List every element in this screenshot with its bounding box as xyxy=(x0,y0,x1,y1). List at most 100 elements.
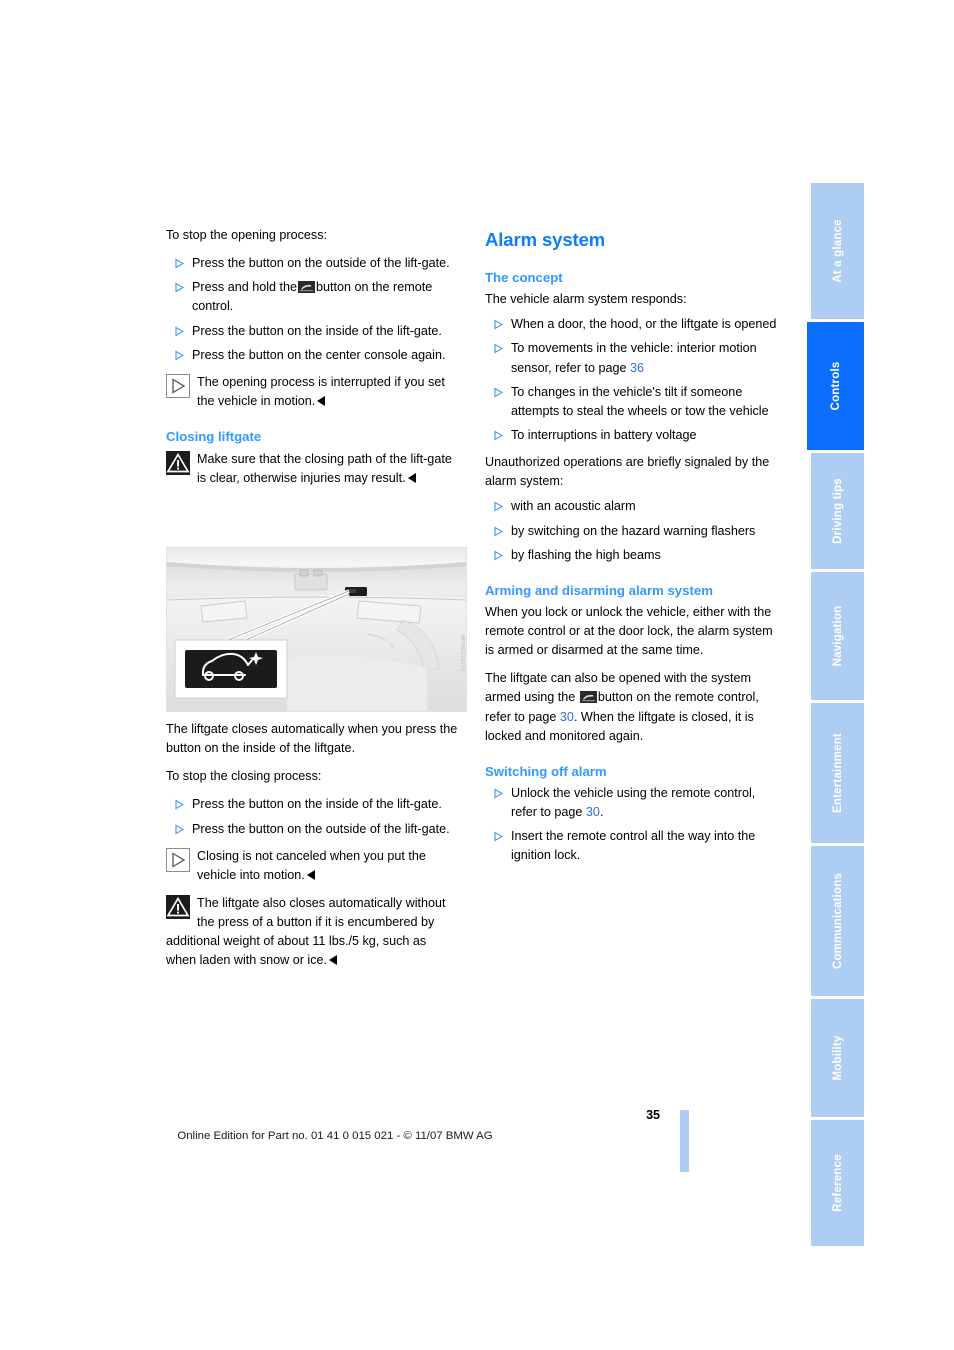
tab-label: Driving tips xyxy=(831,478,844,544)
bullet-triangle-icon xyxy=(487,387,504,398)
list-item: Press the button on the outside of the l… xyxy=(166,254,459,273)
list-item: To movements in the vehicle: interior mo… xyxy=(485,339,778,377)
right-column: Alarm system The concept The vehicle ala… xyxy=(485,226,778,874)
bullet-triangle-icon xyxy=(487,526,504,537)
tab-at-a-glance[interactable]: At a glance xyxy=(811,183,864,319)
bullet-triangle-icon xyxy=(168,824,185,835)
list-item: Press the button on the inside of the li… xyxy=(166,322,459,341)
closing-warning-2: The liftgate also closes automatically w… xyxy=(166,894,459,971)
liftgate-button-icon xyxy=(298,280,316,294)
bullet-triangle-icon xyxy=(487,550,504,561)
closing-note: Closing is not canceled when you put the… xyxy=(166,847,459,885)
end-marker-icon xyxy=(317,395,326,406)
bullet-triangle-icon xyxy=(487,430,504,441)
tab-entertainment[interactable]: Entertainment xyxy=(811,703,864,843)
unauthorized-intro: Unauthorized operations are briefly sign… xyxy=(485,455,770,489)
opening-note: The opening process is interrupted if yo… xyxy=(166,373,459,411)
list-item: Press the button on the outside of the l… xyxy=(166,820,459,839)
signal-items-list: with an acoustic alarm by switching on t… xyxy=(485,497,778,564)
concept-heading: The concept xyxy=(485,270,563,286)
list-item: Insert the remote control all the way in… xyxy=(485,827,778,865)
tab-controls[interactable]: Controls xyxy=(807,322,864,450)
bullet-triangle-icon xyxy=(487,501,504,512)
bullet-triangle-icon xyxy=(168,350,185,361)
list-item-label: Press the button on the inside of the li… xyxy=(192,797,442,812)
list-item: with an acoustic alarm xyxy=(485,497,778,516)
list-item-label: Press the button on the center console a… xyxy=(192,347,446,362)
warning-triangle-icon xyxy=(166,451,190,476)
manual-page: To stop the opening process: Press the b… xyxy=(0,0,954,1350)
tab-navigation[interactable]: Navigation xyxy=(811,572,864,700)
info-arrow-icon xyxy=(166,373,190,398)
list-item-label: with an acoustic alarm xyxy=(511,499,636,514)
liftgate-illustration xyxy=(167,548,466,711)
tab-reference[interactable]: Reference xyxy=(811,1120,864,1246)
info-arrow-icon xyxy=(166,847,190,872)
list-item: To interruptions in battery voltage xyxy=(485,426,778,445)
section-tab-rail: At a glance Controls Driving tips Naviga… xyxy=(807,183,864,1246)
liftgate-figure: WPIM0101276 xyxy=(166,547,467,712)
list-item: Press the button on the center console a… xyxy=(166,346,459,365)
bullet-triangle-icon xyxy=(168,282,185,293)
list-item: Unlock the vehicle using the remote cont… xyxy=(485,784,778,822)
stop-opening-intro: To stop the opening process: xyxy=(166,228,328,242)
list-item-label: Press and hold the button on the remote c… xyxy=(192,280,433,314)
list-item-label: Unlock the vehicle using the remote cont… xyxy=(511,785,756,820)
tab-label: Reference xyxy=(831,1154,844,1212)
list-item-label: Press the button on the inside of the li… xyxy=(192,323,442,338)
list-item-label: Press the button on the outside of the l… xyxy=(192,821,450,836)
left-column: To stop the opening process: Press the b… xyxy=(166,226,459,497)
closing-liftgate-heading: Closing liftgate xyxy=(166,429,262,445)
page-reference-link[interactable]: 30 xyxy=(586,805,600,819)
list-item: by switching on the hazard warning flash… xyxy=(485,522,778,541)
page-number: 35 xyxy=(646,1108,660,1122)
edition-line: Online Edition for Part no. 01 41 0 015 … xyxy=(177,1130,493,1142)
bullet-triangle-icon xyxy=(487,319,504,330)
list-item: Press and hold the button on the remote c… xyxy=(166,278,459,316)
list-item: When a door, the hood, or the liftgate i… xyxy=(485,315,778,334)
liftgate-armed-paragraph: The liftgate can also be opened with the… xyxy=(485,671,759,743)
list-item-label: To interruptions in battery voltage xyxy=(511,428,697,443)
closing-warning-text: Make sure that the closing path of the l… xyxy=(197,452,452,486)
page-reference-link[interactable]: 30 xyxy=(560,710,574,724)
page-title: Alarm system xyxy=(485,229,606,250)
concept-items-list: When a door, the hood, or the liftgate i… xyxy=(485,315,778,445)
warning-triangle-icon xyxy=(166,894,190,919)
list-item-label: To movements in the vehicle: interior mo… xyxy=(511,341,757,375)
arming-paragraph: When you lock or unlock the vehicle, eit… xyxy=(485,604,773,658)
concept-intro: The vehicle alarm system responds: xyxy=(485,292,687,307)
list-item-label: Press the button on the outside of the l… xyxy=(192,256,450,271)
list-item-label: by flashing the high beams xyxy=(511,547,661,562)
tab-label: Communications xyxy=(831,872,844,970)
liftgate-button-icon xyxy=(579,690,597,704)
closing-warning: Make sure that the closing path of the l… xyxy=(166,450,459,488)
tab-communications[interactable]: Communications xyxy=(811,846,864,996)
left-column-continued: The liftgate closes automatically when y… xyxy=(166,720,459,980)
tab-mobility[interactable]: Mobility xyxy=(811,999,864,1117)
list-item-label: When a door, the hood, or the liftgate i… xyxy=(511,317,777,332)
opening-steps-list: Press the button on the outside of the l… xyxy=(166,254,459,365)
switching-off-heading: Switching off alarm xyxy=(485,763,607,779)
end-marker-icon xyxy=(306,869,315,880)
bullet-triangle-icon xyxy=(168,799,185,810)
stop-closing-intro: To stop the closing process: xyxy=(166,769,322,784)
list-item: by flashing the high beams xyxy=(485,546,778,565)
bullet-triangle-icon xyxy=(487,831,504,842)
tab-label: Navigation xyxy=(831,605,844,667)
list-item: To changes in the vehicle's tilt if some… xyxy=(485,383,778,421)
arming-heading: Arming and disarming alarm system xyxy=(485,582,713,598)
list-item-label: Insert the remote control all the way in… xyxy=(511,829,756,863)
tab-label: At a glance xyxy=(831,219,844,283)
closing-steps-list: Press the button on the inside of the li… xyxy=(166,795,459,838)
list-item-label: by switching on the hazard warning flash… xyxy=(511,523,756,538)
closing-note-text: Closing is not canceled when you put the… xyxy=(197,848,426,882)
closing-warning-2-text: The liftgate also closes automatically w… xyxy=(166,895,446,968)
page-reference-link[interactable]: 36 xyxy=(630,361,644,375)
bullet-triangle-icon xyxy=(168,326,185,337)
tab-driving-tips[interactable]: Driving tips xyxy=(811,453,864,569)
auto-close-paragraph: The liftgate closes automatically when y… xyxy=(166,722,458,756)
footer-accent-bar xyxy=(680,1110,689,1172)
switching-items-list: Unlock the vehicle using the remote cont… xyxy=(485,784,778,866)
figure-watermark: WPIM0101276 xyxy=(459,634,465,672)
end-marker-icon xyxy=(329,955,338,966)
